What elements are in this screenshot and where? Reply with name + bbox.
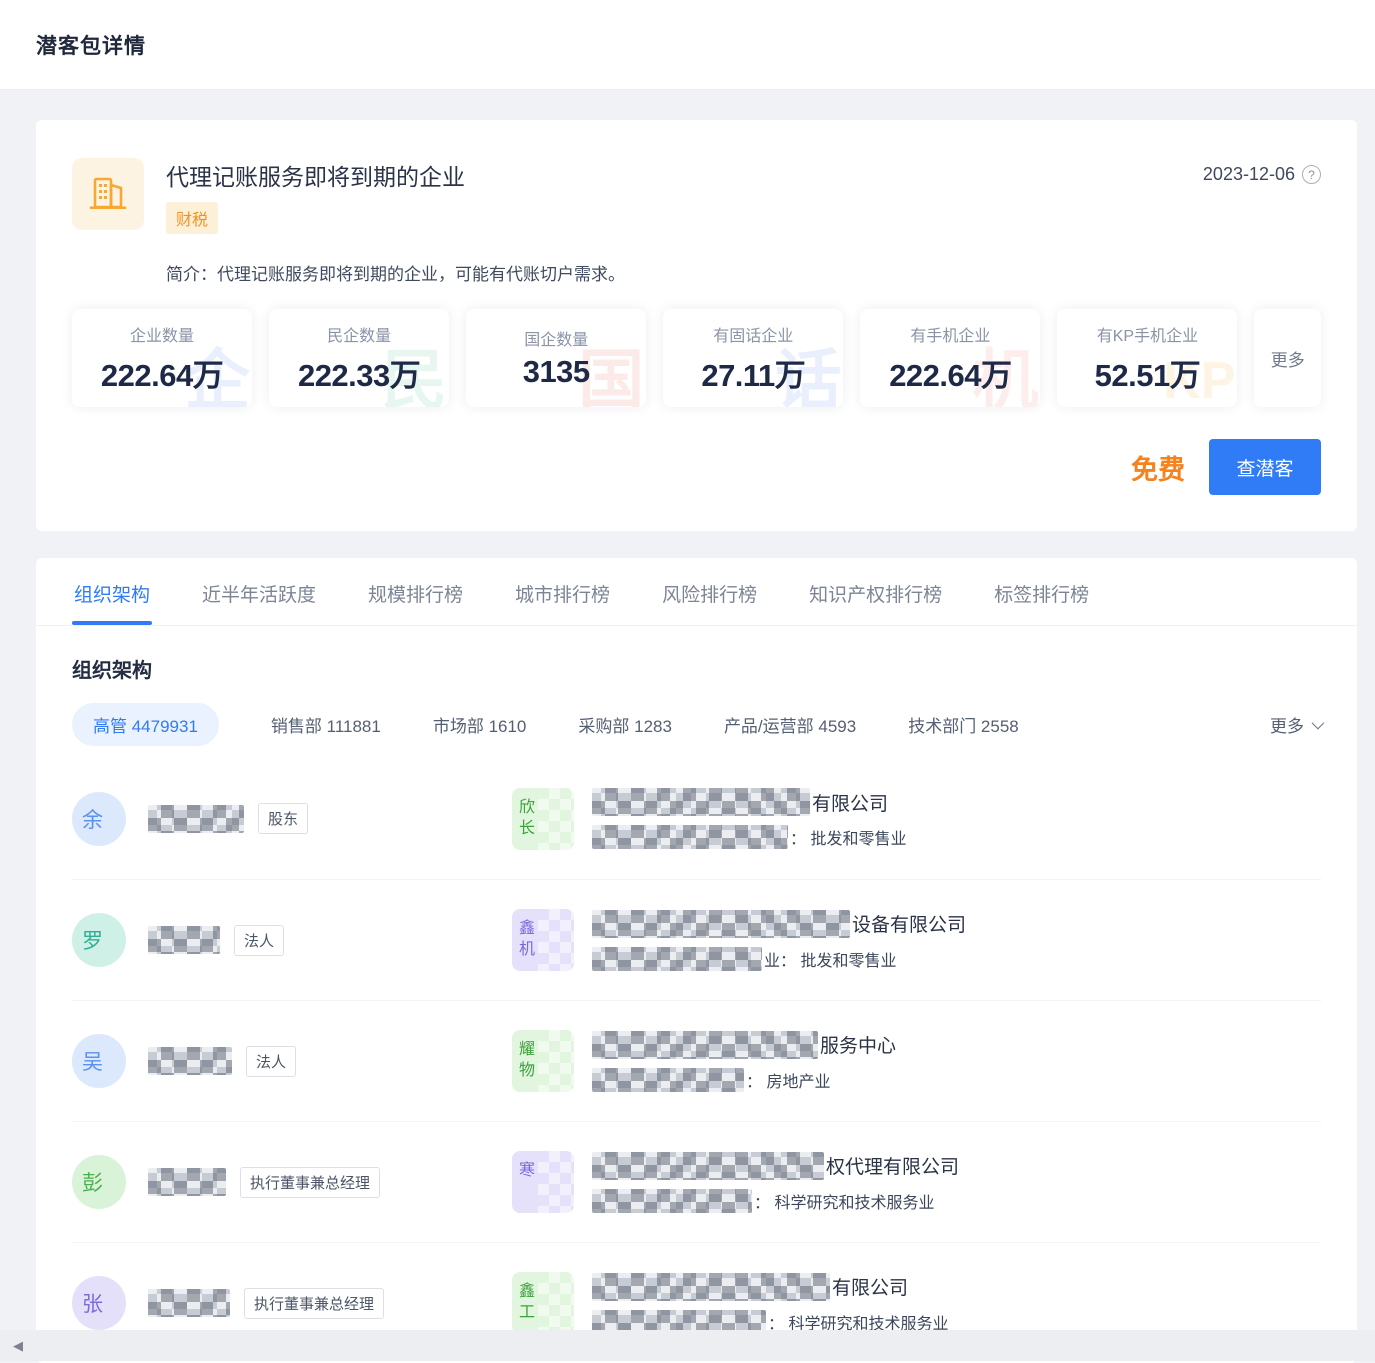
check-prospects-button[interactable]: 查潜客 xyxy=(1209,439,1321,495)
person-row[interactable]: 吴 法人 耀物 服务中心 ： 房地产业 xyxy=(72,1000,1321,1121)
stats-more-button[interactable]: 更多 xyxy=(1254,309,1321,407)
date-text: 2023-12-06 xyxy=(1203,164,1295,185)
dept-pill-marketing[interactable]: 市场部 1610 xyxy=(433,712,527,737)
stat-stateowned-count: 国 国企数量 3135 xyxy=(466,309,646,407)
people-list: 余 股东 欣长 有限公司 ： 批发和零 xyxy=(72,758,1321,1363)
person-role-tag: 股东 xyxy=(258,803,308,834)
dept-more-button[interactable]: 更多 xyxy=(1270,712,1321,737)
page-header: 潜客包详情 xyxy=(0,0,1375,90)
stat-label: 有固话企业 xyxy=(713,322,793,346)
censored-person-name xyxy=(148,805,244,833)
company-name-suffix: 服务中心 xyxy=(820,1031,896,1058)
building-icon xyxy=(86,172,130,216)
stat-label: 企业数量 xyxy=(130,322,194,346)
free-price-label: 免费 xyxy=(1131,448,1185,487)
censored-person-name xyxy=(148,926,220,954)
company-logo: 鑫机 xyxy=(512,909,574,971)
stats-row: 企 企业数量 222.64万 民 民企数量 222.33万 国 国企数量 313… xyxy=(72,309,1321,407)
package-icon-box xyxy=(72,158,144,230)
package-intro: 简介：代理记账服务即将到期的企业，可能有代账切户需求。 xyxy=(166,260,1321,285)
person-row[interactable]: 余 股东 欣长 有限公司 ： 批发和零 xyxy=(72,758,1321,879)
stat-value: 27.11万 xyxy=(701,350,805,395)
dept-pill-tech[interactable]: 技术部门 2558 xyxy=(908,712,1019,737)
censored-company-info xyxy=(592,947,762,971)
industry-text: 业： 批发和零售业 xyxy=(764,947,896,971)
chevron-down-icon xyxy=(1312,717,1325,730)
person-role-tag: 法人 xyxy=(234,925,284,956)
censored-company-name xyxy=(592,1273,830,1301)
person-role-tag: 执行董事兼总经理 xyxy=(244,1288,384,1319)
dept-pill-executives[interactable]: 高管 4479931 xyxy=(72,703,219,746)
stat-mobile-count: 机 有手机企业 222.64万 xyxy=(860,309,1040,407)
package-title: 代理记账服务即将到期的企业 xyxy=(166,158,1203,192)
tab-org-structure[interactable]: 组织架构 xyxy=(72,558,152,625)
avatar: 吴 xyxy=(72,1034,126,1088)
dept-pill-sales[interactable]: 销售部 111881 xyxy=(271,712,381,737)
department-filter-row: 高管 4479931 销售部 111881 市场部 1610 采购部 1283 … xyxy=(72,703,1321,746)
dept-pill-product-ops[interactable]: 产品/运营部 4593 xyxy=(724,712,856,737)
page-title: 潜客包详情 xyxy=(36,30,146,60)
stat-value: 222.64万 xyxy=(101,350,223,395)
stat-private-count: 民 民企数量 222.33万 xyxy=(269,309,449,407)
stat-value: 52.51万 xyxy=(1095,350,1201,395)
company-logo: 欣长 xyxy=(512,788,574,850)
stat-label: 有手机企业 xyxy=(910,322,990,346)
dept-pill-procurement[interactable]: 采购部 1283 xyxy=(578,712,672,737)
bottom-bar: ◀ xyxy=(0,1330,1375,1361)
avatar: 罗 xyxy=(72,913,126,967)
detail-card: 组织架构 近半年活跃度 规模排行榜 城市排行榜 风险排行榜 知识产权排行榜 标签… xyxy=(36,558,1357,1363)
censored-company-info xyxy=(592,1068,744,1092)
stat-label: 国企数量 xyxy=(524,326,588,350)
company-logo: 寒 xyxy=(512,1151,574,1213)
censored-person-name xyxy=(148,1168,226,1196)
tab-scale-ranking[interactable]: 规模排行榜 xyxy=(366,558,465,625)
stat-kp-mobile-count: KP 有KP手机企业 52.51万 xyxy=(1057,309,1237,407)
stat-label: 有KP手机企业 xyxy=(1097,322,1198,346)
industry-text: ： 批发和零售业 xyxy=(790,825,906,849)
stat-value: 222.64万 xyxy=(889,350,1011,395)
tab-bar: 组织架构 近半年活跃度 规模排行榜 城市排行榜 风险排行榜 知识产权排行榜 标签… xyxy=(36,558,1357,626)
censored-company-info xyxy=(592,1189,752,1213)
company-logo: 耀物 xyxy=(512,1030,574,1092)
censored-company-name xyxy=(592,788,810,816)
censored-person-name xyxy=(148,1289,230,1317)
org-section-title: 组织架构 xyxy=(72,654,1321,683)
package-category-tag: 财税 xyxy=(166,202,218,234)
person-role-tag: 执行董事兼总经理 xyxy=(240,1167,380,1198)
stat-value: 3135 xyxy=(523,354,590,390)
censored-company-info xyxy=(592,825,788,849)
stat-landline-count: 话 有固话企业 27.11万 xyxy=(663,309,843,407)
stat-enterprise-count: 企 企业数量 222.64万 xyxy=(72,309,252,407)
industry-text: ： 科学研究和技术服务业 xyxy=(754,1189,934,1213)
industry-text: ： 房地产业 xyxy=(746,1068,830,1092)
package-card: 代理记账服务即将到期的企业 财税 2023-12-06 ? 简介：代理记账服务即… xyxy=(36,120,1357,531)
stat-label: 民企数量 xyxy=(327,322,391,346)
dept-more-label: 更多 xyxy=(1270,712,1304,737)
person-row[interactable]: 罗 法人 鑫机 设备有限公司 业： 批 xyxy=(72,879,1321,1000)
company-name-suffix: 有限公司 xyxy=(812,789,888,816)
company-logo: 鑫工 xyxy=(512,1272,574,1334)
tab-city-ranking[interactable]: 城市排行榜 xyxy=(513,558,612,625)
avatar: 余 xyxy=(72,792,126,846)
censored-company-name xyxy=(592,1031,818,1059)
tab-ip-ranking[interactable]: 知识产权排行榜 xyxy=(807,558,944,625)
company-name-suffix: 设备有限公司 xyxy=(852,910,966,937)
tab-label-ranking[interactable]: 标签排行榜 xyxy=(992,558,1091,625)
company-name-suffix: 权代理有限公司 xyxy=(826,1152,959,1179)
person-row[interactable]: 彭 执行董事兼总经理 寒 权代理有限公司 xyxy=(72,1121,1321,1242)
tab-risk-ranking[interactable]: 风险排行榜 xyxy=(660,558,759,625)
tab-activity-halfyear[interactable]: 近半年活跃度 xyxy=(200,558,318,625)
company-name-suffix: 有限公司 xyxy=(832,1273,908,1300)
person-role-tag: 法人 xyxy=(246,1046,296,1077)
avatar: 彭 xyxy=(72,1155,126,1209)
stat-value: 222.33万 xyxy=(298,350,420,395)
avatar: 张 xyxy=(72,1276,126,1330)
help-icon[interactable]: ? xyxy=(1302,165,1321,184)
package-date: 2023-12-06 ? xyxy=(1203,158,1321,185)
censored-company-name xyxy=(592,910,850,938)
collapse-left-icon[interactable]: ◀ xyxy=(13,1338,23,1354)
censored-person-name xyxy=(148,1047,232,1075)
censored-company-name xyxy=(592,1152,824,1180)
